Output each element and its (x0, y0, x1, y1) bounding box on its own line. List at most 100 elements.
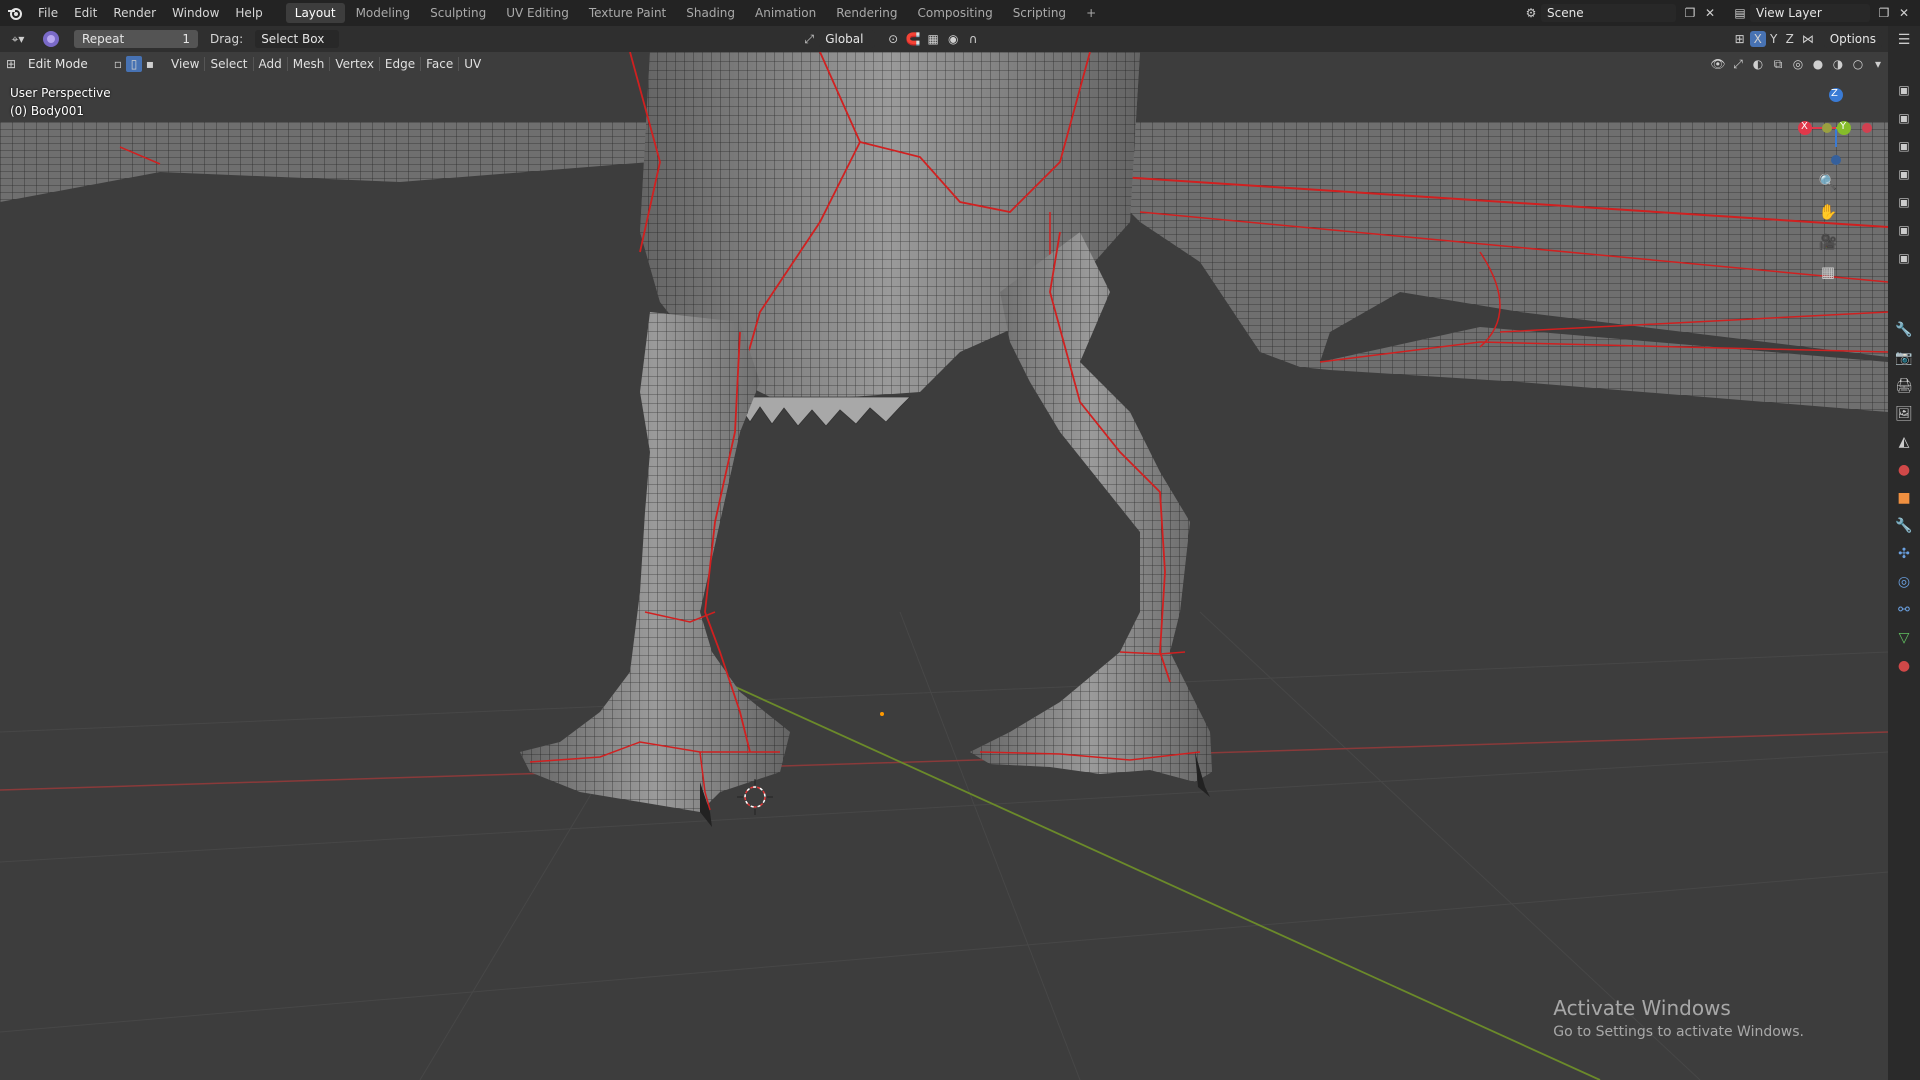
transform-orientation-dropdown[interactable]: Global (819, 30, 876, 48)
wireframe-shading-icon[interactable]: ◎ (1788, 54, 1808, 74)
auto-merge-icon[interactable]: ⋈ (1798, 29, 1818, 49)
object-label: (0) Body001 (10, 104, 85, 118)
tab-animation[interactable]: Animation (746, 3, 825, 23)
modifier-properties-icon[interactable]: 🔧 (1888, 512, 1920, 540)
mirror-x-toggle[interactable]: X (1749, 31, 1766, 47)
3d-viewport[interactable]: ⊞ Edit Mode ▫ ▯ ▪ View Select Add Mesh V… (0, 52, 1888, 1080)
zoom-icon[interactable]: 🔍 (1814, 168, 1842, 196)
physics-properties-icon[interactable]: ◎ (1888, 568, 1920, 596)
gizmo-toggle-icon[interactable]: ⤢ (1728, 54, 1748, 74)
origin-point (880, 712, 884, 716)
dragon-upper-left-part (0, 122, 680, 202)
menu-help[interactable]: Help (227, 0, 270, 26)
drag-select-dropdown[interactable]: Select Box (255, 30, 340, 48)
mirror-options-icon[interactable]: ⊞ (1730, 29, 1750, 49)
collection-visibility-icon[interactable]: ▣ (1888, 160, 1920, 188)
tab-scripting[interactable]: Scripting (1004, 3, 1075, 23)
collection-visibility-icon[interactable]: ▣ (1888, 244, 1920, 272)
collection-visibility-icon[interactable]: ▣ (1888, 104, 1920, 132)
options-dropdown[interactable]: Options (1823, 30, 1882, 48)
mode-dropdown[interactable]: Edit Mode (22, 55, 110, 73)
view-layer-selector[interactable]: View Layer (1750, 4, 1870, 22)
object-visibility-icon[interactable]: 👁 (1708, 54, 1728, 74)
mirror-z-toggle[interactable]: Z (1782, 29, 1798, 49)
delete-scene-icon[interactable]: ✕ (1700, 3, 1720, 23)
mirror-y-toggle[interactable]: Y (1766, 29, 1782, 49)
gizmo-y-label[interactable]: Y (1840, 121, 1846, 132)
camera-view-icon[interactable]: 🎥 (1814, 228, 1842, 256)
new-view-layer-icon[interactable]: ❐ (1874, 3, 1894, 23)
render-properties-icon[interactable]: 📷 (1888, 344, 1920, 372)
world-properties-icon[interactable]: ● (1888, 456, 1920, 484)
menu-add[interactable]: Add (254, 57, 288, 71)
dragon-wing (1100, 122, 1888, 412)
menu-mesh[interactable]: Mesh (288, 57, 331, 71)
new-scene-icon[interactable]: ❐ (1680, 3, 1700, 23)
solid-shading-icon[interactable]: ● (1808, 54, 1828, 74)
object-properties-icon[interactable]: ■ (1888, 484, 1920, 512)
menu-render[interactable]: Render (105, 0, 164, 26)
particles-properties-icon[interactable]: ✣ (1888, 540, 1920, 568)
proportional-falloff-icon[interactable]: ∩ (963, 29, 983, 49)
pan-hand-icon[interactable]: ✋ (1814, 198, 1842, 226)
gizmo-z-label[interactable]: Z (1831, 88, 1838, 99)
rendered-shading-icon[interactable]: ○ (1848, 54, 1868, 74)
scene-selector[interactable]: Scene (1541, 4, 1676, 22)
menu-file[interactable]: File (30, 0, 66, 26)
menu-edge[interactable]: Edge (380, 57, 422, 71)
scene-icon[interactable]: ⚙ (1521, 3, 1541, 23)
tab-texture-paint[interactable]: Texture Paint (580, 3, 675, 23)
scene-render[interactable] (0, 52, 1888, 1080)
shading-options-icon[interactable]: ▾ (1868, 54, 1888, 74)
snap-target-icon[interactable]: ▦ (923, 29, 943, 49)
outliner-icon[interactable]: ☰ (1888, 26, 1920, 54)
repeat-field[interactable]: Repeat 1 (74, 30, 198, 48)
collection-visibility-icon[interactable]: ▣ (1888, 188, 1920, 216)
tool-properties-icon[interactable]: 🔧 (1888, 316, 1920, 344)
xray-toggle-icon[interactable]: ⧉ (1768, 54, 1788, 74)
tab-compositing[interactable]: Compositing (908, 3, 1001, 23)
watermark-title: Activate Windows (1553, 996, 1731, 1020)
active-tool-icon[interactable] (36, 29, 66, 49)
activate-windows-watermark: Activate Windows Go to Settings to activ… (1553, 996, 1804, 1040)
tab-rendering[interactable]: Rendering (827, 3, 906, 23)
tab-modeling[interactable]: Modeling (347, 3, 420, 23)
menu-select[interactable]: Select (205, 57, 254, 71)
scene-properties-icon[interactable]: ◭ (1888, 428, 1920, 456)
view-layer-properties-icon[interactable]: 🖼 (1888, 400, 1920, 428)
overlays-toggle-icon[interactable]: ◐ (1748, 54, 1768, 74)
tab-layout[interactable]: Layout (285, 3, 345, 23)
snap-icon[interactable]: 🧲 (903, 29, 923, 49)
gizmo-x-label[interactable]: X (1801, 121, 1808, 132)
menu-view[interactable]: View (166, 57, 206, 71)
transform-orientation-icon[interactable]: ⤢ (799, 29, 819, 49)
perspective-toggle-icon[interactable]: ▦ (1814, 258, 1842, 286)
menu-face[interactable]: Face (421, 57, 460, 71)
output-properties-icon[interactable]: 🖨 (1888, 372, 1920, 400)
material-properties-icon[interactable]: ● (1888, 652, 1920, 680)
pivot-point-icon[interactable]: ⊙ (883, 29, 903, 49)
material-shading-icon[interactable]: ◑ (1828, 54, 1848, 74)
tab-shading[interactable]: Shading (677, 3, 744, 23)
constraints-properties-icon[interactable]: ⚯ (1888, 596, 1920, 624)
editor-type-icon[interactable]: ⌖▾ (0, 29, 36, 49)
tab-sculpting[interactable]: Sculpting (421, 3, 495, 23)
collection-visibility-icon[interactable]: ▣ (1888, 76, 1920, 104)
menu-vertex[interactable]: Vertex (330, 57, 380, 71)
edge-select-icon[interactable]: ▯ (126, 56, 142, 72)
menu-window[interactable]: Window (164, 0, 227, 26)
menu-edit[interactable]: Edit (66, 0, 105, 26)
mode-icon[interactable]: ⊞ (0, 54, 22, 74)
collection-visibility-icon[interactable]: ▣ (1888, 216, 1920, 244)
data-properties-icon[interactable]: ▽ (1888, 624, 1920, 652)
proportional-edit-icon[interactable]: ◉ (943, 29, 963, 49)
face-select-icon[interactable]: ▪ (142, 54, 158, 74)
add-workspace-button[interactable]: + (1077, 3, 1105, 23)
blender-logo-icon[interactable] (0, 0, 30, 26)
tab-uv-editing[interactable]: UV Editing (497, 3, 578, 23)
delete-view-layer-icon[interactable]: ✕ (1894, 3, 1914, 23)
collection-visibility-icon[interactable]: ▣ (1888, 132, 1920, 160)
view-layer-icon[interactable]: ▤ (1730, 3, 1750, 23)
menu-uv[interactable]: UV (459, 57, 486, 71)
vertex-select-icon[interactable]: ▫ (110, 54, 126, 74)
